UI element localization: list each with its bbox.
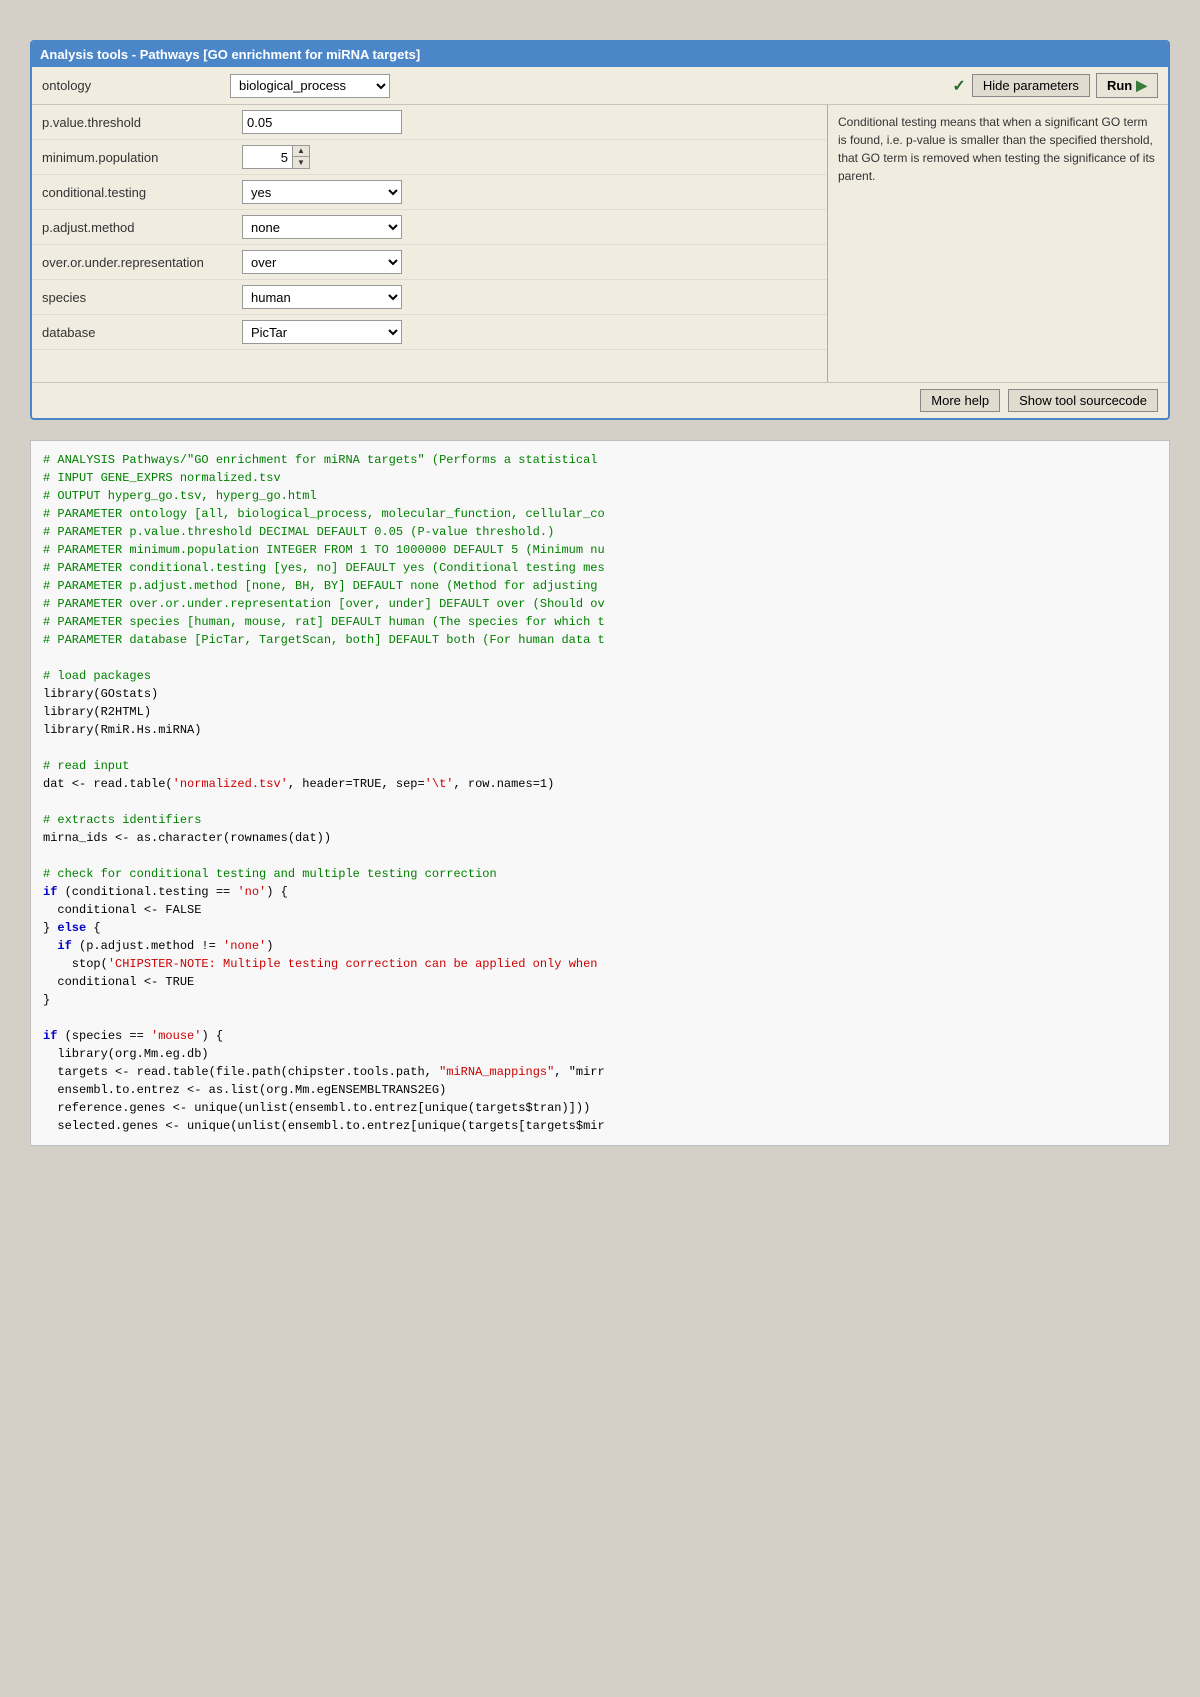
param-control-overunder: over under [242, 250, 817, 274]
code-line: # ANALYSIS Pathways/"GO enrichment for m… [43, 451, 1157, 469]
param-row-database: database PicTar TargetScan both [32, 315, 827, 350]
spinner-wrapper: ▲ ▼ [242, 145, 817, 169]
ontology-control: biological_process all molecular_functio… [230, 74, 944, 98]
condtest-select[interactable]: yes no [242, 180, 402, 204]
database-select[interactable]: PicTar TargetScan both [242, 320, 402, 344]
code-line: dat <- read.table('normalized.tsv', head… [43, 775, 1157, 793]
code-line: # PARAMETER ontology [all, biological_pr… [43, 505, 1157, 523]
main-container: Analysis tools - Pathways [GO enrichment… [30, 40, 1170, 1146]
code-line: selected.genes <- unique(unlist(ensembl.… [43, 1117, 1157, 1135]
param-row-pvalue: p.value.threshold [32, 105, 827, 140]
code-line: # PARAMETER over.or.under.representation… [43, 595, 1157, 613]
code-line: stop('CHIPSTER-NOTE: Multiple testing co… [43, 955, 1157, 973]
hide-params-button[interactable]: Hide parameters [972, 74, 1090, 97]
param-label-padjust: p.adjust.method [42, 220, 242, 235]
code-line: # PARAMETER species [human, mouse, rat] … [43, 613, 1157, 631]
code-line: # INPUT GENE_EXPRS normalized.tsv [43, 469, 1157, 487]
minpop-input[interactable] [242, 145, 292, 169]
run-label: Run [1107, 78, 1132, 93]
code-line: conditional <- FALSE [43, 901, 1157, 919]
code-line: if (p.adjust.method != 'none') [43, 937, 1157, 955]
code-line: library(org.Mm.eg.db) [43, 1045, 1157, 1063]
bottom-toolbar: More help Show tool sourcecode [32, 382, 1168, 418]
code-line: conditional <- TRUE [43, 973, 1157, 991]
code-line: # extracts identifiers [43, 811, 1157, 829]
code-line [43, 1009, 1157, 1027]
run-arrow-icon: ▶ [1136, 77, 1147, 94]
code-line: # PARAMETER conditional.testing [yes, no… [43, 559, 1157, 577]
code-line [43, 649, 1157, 667]
param-row-condtest: conditional.testing yes no [32, 175, 827, 210]
spinner-buttons: ▲ ▼ [292, 145, 310, 169]
run-button[interactable]: Run ▶ [1096, 73, 1158, 98]
code-line: # load packages [43, 667, 1157, 685]
param-control-minpop: ▲ ▼ [242, 145, 817, 169]
param-row-minpop: minimum.population ▲ ▼ [32, 140, 827, 175]
code-line: if (species == 'mouse') { [43, 1027, 1157, 1045]
code-line: targets <- read.table(file.path(chipster… [43, 1063, 1157, 1081]
code-panel: # ANALYSIS Pathways/"GO enrichment for m… [30, 440, 1170, 1146]
ontology-label: ontology [42, 78, 222, 93]
param-control-padjust: none BH BY [242, 215, 817, 239]
code-line: ensembl.to.entrez <- as.list(org.Mm.egEN… [43, 1081, 1157, 1099]
param-label-minpop: minimum.population [42, 150, 242, 165]
show-source-button[interactable]: Show tool sourcecode [1008, 389, 1158, 412]
code-line: library(RmiR.Hs.miRNA) [43, 721, 1157, 739]
code-line: } [43, 991, 1157, 1009]
tool-panel: Analysis tools - Pathways [GO enrichment… [30, 40, 1170, 420]
code-line: # PARAMETER database [PicTar, TargetScan… [43, 631, 1157, 649]
help-text: Conditional testing means that when a si… [838, 115, 1155, 183]
param-row-overunder: over.or.under.representation over under [32, 245, 827, 280]
code-line: mirna_ids <- as.character(rownames(dat)) [43, 829, 1157, 847]
spinner-down-button[interactable]: ▼ [293, 157, 309, 168]
toolbar-right: ✓ Hide parameters Run ▶ [952, 73, 1158, 98]
code-line [43, 847, 1157, 865]
code-line: # PARAMETER p.value.threshold DECIMAL DE… [43, 523, 1157, 541]
param-label-species: species [42, 290, 242, 305]
code-line: } else { [43, 919, 1157, 937]
code-line: # OUTPUT hyperg_go.tsv, hyperg_go.html [43, 487, 1157, 505]
params-area: p.value.threshold minimum.population [32, 105, 1168, 382]
overunder-select[interactable]: over under [242, 250, 402, 274]
code-line: # check for conditional testing and mult… [43, 865, 1157, 883]
species-select[interactable]: human mouse rat [242, 285, 402, 309]
code-line: # PARAMETER minimum.population INTEGER F… [43, 541, 1157, 559]
param-row-empty [32, 350, 827, 382]
ontology-select[interactable]: biological_process all molecular_functio… [230, 74, 390, 98]
params-right: Conditional testing means that when a si… [828, 105, 1168, 382]
code-line [43, 739, 1157, 757]
code-line: # read input [43, 757, 1157, 775]
code-line [43, 793, 1157, 811]
param-label-condtest: conditional.testing [42, 185, 242, 200]
toolbar-row: ontology biological_process all molecula… [32, 67, 1168, 105]
code-line: if (conditional.testing == 'no') { [43, 883, 1157, 901]
code-line: reference.genes <- unique(unlist(ensembl… [43, 1099, 1157, 1117]
param-control-species: human mouse rat [242, 285, 817, 309]
checkmark-icon: ✓ [952, 76, 965, 96]
pvalue-input[interactable] [242, 110, 402, 134]
spinner-up-button[interactable]: ▲ [293, 146, 309, 157]
param-row-padjust: p.adjust.method none BH BY [32, 210, 827, 245]
param-row-species: species human mouse rat [32, 280, 827, 315]
param-label-pvalue: p.value.threshold [42, 115, 242, 130]
panel-body: ontology biological_process all molecula… [32, 67, 1168, 418]
param-control-database: PicTar TargetScan both [242, 320, 817, 344]
params-left: p.value.threshold minimum.population [32, 105, 828, 382]
code-line: library(GOstats) [43, 685, 1157, 703]
param-control-pvalue [242, 110, 817, 134]
code-line: library(R2HTML) [43, 703, 1157, 721]
param-control-condtest: yes no [242, 180, 817, 204]
param-label-overunder: over.or.under.representation [42, 255, 242, 270]
panel-title: Analysis tools - Pathways [GO enrichment… [40, 47, 420, 62]
param-label-database: database [42, 325, 242, 340]
padjust-select[interactable]: none BH BY [242, 215, 402, 239]
panel-header: Analysis tools - Pathways [GO enrichment… [32, 42, 1168, 67]
code-line: # PARAMETER p.adjust.method [none, BH, B… [43, 577, 1157, 595]
more-help-button[interactable]: More help [920, 389, 1000, 412]
